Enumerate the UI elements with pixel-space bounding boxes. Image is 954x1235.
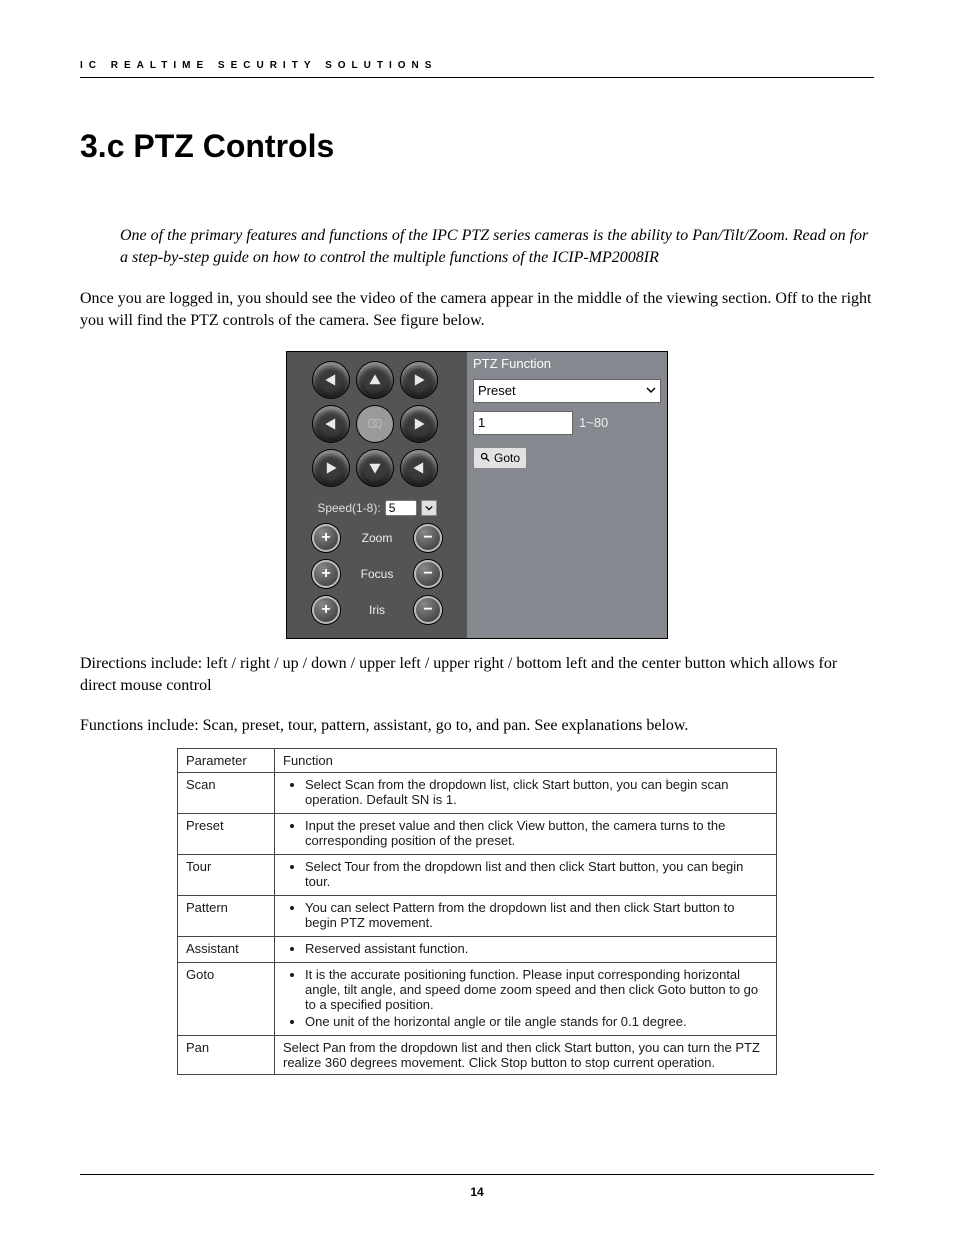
ptz-function-select-value: Preset	[478, 383, 516, 398]
iris-label: Iris	[369, 603, 385, 617]
table-row: GotoIt is the accurate positioning funct…	[178, 962, 777, 1035]
iris-out-button[interactable]: −	[414, 596, 442, 624]
ptz-direction-panel: Speed(1-8): + Zoom − + Focus −	[287, 352, 467, 638]
function-cell: Select Tour from the dropdown list and t…	[275, 854, 777, 895]
focus-out-button[interactable]: −	[414, 560, 442, 588]
function-cell: Reserved assistant function.	[275, 936, 777, 962]
goto-button-label: Goto	[494, 451, 520, 465]
table-row: ScanSelect Scan from the dropdown list, …	[178, 772, 777, 813]
function-cell: Input the preset value and then click Vi…	[275, 813, 777, 854]
param-cell: Tour	[178, 854, 275, 895]
ptz-up-button[interactable]	[357, 362, 393, 398]
param-cell: Goto	[178, 962, 275, 1035]
ptz-down-left-button[interactable]	[313, 450, 349, 486]
function-cell: It is the accurate positioning function.…	[275, 962, 777, 1035]
ptz-center-button[interactable]	[357, 406, 393, 442]
function-cell: Select Scan from the dropdown list, clic…	[275, 772, 777, 813]
ptz-right-button[interactable]	[401, 406, 437, 442]
brand-text: IC REALTIME SECURITY SOLUTIONS	[80, 60, 874, 71]
chevron-down-icon	[646, 384, 656, 398]
body-para-1: Once you are logged in, you should see t…	[80, 288, 874, 333]
zoom-label: Zoom	[362, 531, 393, 545]
zoom-out-button[interactable]: −	[414, 524, 442, 552]
iris-in-button[interactable]: +	[312, 596, 340, 624]
body-para-3: Functions include: Scan, preset, tour, p…	[80, 715, 874, 737]
table-row: PresetInput the preset value and then cl…	[178, 813, 777, 854]
preset-range-hint: 1~80	[579, 415, 608, 430]
speed-input[interactable]	[385, 500, 417, 516]
param-cell: Preset	[178, 813, 275, 854]
search-icon	[480, 451, 490, 465]
ptz-down-button[interactable]	[357, 450, 393, 486]
preset-number-input[interactable]: 1	[473, 411, 573, 435]
table-header-function: Function	[275, 748, 777, 772]
table-row: AssistantReserved assistant function.	[178, 936, 777, 962]
param-cell: Scan	[178, 772, 275, 813]
goto-button[interactable]: Goto	[473, 447, 527, 469]
param-cell: Pan	[178, 1035, 275, 1074]
ptz-function-panel: PTZ Function Preset 1 1~80	[467, 352, 667, 638]
ptz-function-title: PTZ Function	[467, 352, 667, 375]
table-header-parameter: Parameter	[178, 748, 275, 772]
speed-label: Speed(1-8):	[317, 501, 380, 515]
body-para-2: Directions include: left / right / up / …	[80, 653, 874, 698]
ptz-down-right-button[interactable]	[401, 450, 437, 486]
table-row: PatternYou can select Pattern from the d…	[178, 895, 777, 936]
ptz-figure: Speed(1-8): + Zoom − + Focus −	[80, 351, 874, 639]
page-heading: 3.c PTZ Controls	[80, 128, 874, 165]
brand-divider	[80, 77, 874, 78]
intro-para: One of the primary features and function…	[120, 225, 880, 270]
page-number: 14	[0, 1185, 954, 1199]
table-row: TourSelect Tour from the dropdown list a…	[178, 854, 777, 895]
table-row: PanSelect Pan from the dropdown list and…	[178, 1035, 777, 1074]
function-cell: You can select Pattern from the dropdown…	[275, 895, 777, 936]
focus-label: Focus	[361, 567, 394, 581]
parameter-table: Parameter Function ScanSelect Scan from …	[177, 748, 777, 1075]
speed-chevron-icon[interactable]	[421, 500, 437, 516]
ptz-function-select[interactable]: Preset	[473, 379, 661, 403]
param-cell: Assistant	[178, 936, 275, 962]
footer-divider	[80, 1174, 874, 1175]
function-cell: Select Pan from the dropdown list and th…	[275, 1035, 777, 1074]
focus-in-button[interactable]: +	[312, 560, 340, 588]
ptz-up-left-button[interactable]	[313, 362, 349, 398]
zoom-in-button[interactable]: +	[312, 524, 340, 552]
ptz-up-right-button[interactable]	[401, 362, 437, 398]
ptz-left-button[interactable]	[313, 406, 349, 442]
param-cell: Pattern	[178, 895, 275, 936]
